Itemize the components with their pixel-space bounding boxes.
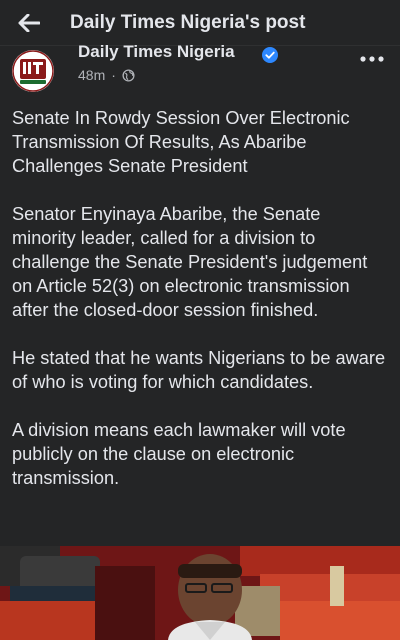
more-options-icon — [360, 56, 384, 62]
post-meta: 48m · — [78, 67, 135, 83]
arrow-left-icon — [18, 13, 40, 32]
post-time[interactable]: 48m — [78, 67, 105, 83]
meta-separator: · — [111, 67, 116, 83]
post-paragraph: Senator Enyinaya Abaribe, the Senate min… — [12, 204, 368, 320]
more-options-button[interactable] — [358, 52, 386, 66]
post-header: Daily Times Nigeria 48m · — [0, 42, 400, 100]
back-button[interactable] — [6, 0, 52, 46]
post-image[interactable] — [0, 546, 400, 640]
daily-times-logo — [12, 50, 54, 92]
post-paragraph: He stated that he wants Nigerians to be … — [12, 348, 386, 392]
post-body: Senate In Rowdy Session Over Electronic … — [0, 100, 400, 546]
top-bar: Daily Times Nigeria's post — [0, 0, 400, 46]
globe-icon — [122, 68, 135, 82]
page-name[interactable]: Daily Times Nigeria — [78, 42, 235, 62]
senate-chamber-photo — [0, 546, 400, 640]
page-avatar[interactable] — [12, 50, 54, 92]
post-headline: Senate In Rowdy Session Over Electronic … — [12, 108, 350, 176]
page-title: Daily Times Nigeria's post — [70, 11, 306, 33]
verified-badge-icon — [262, 47, 278, 63]
post-paragraph: A division means each lawmaker will vote… — [12, 420, 346, 488]
